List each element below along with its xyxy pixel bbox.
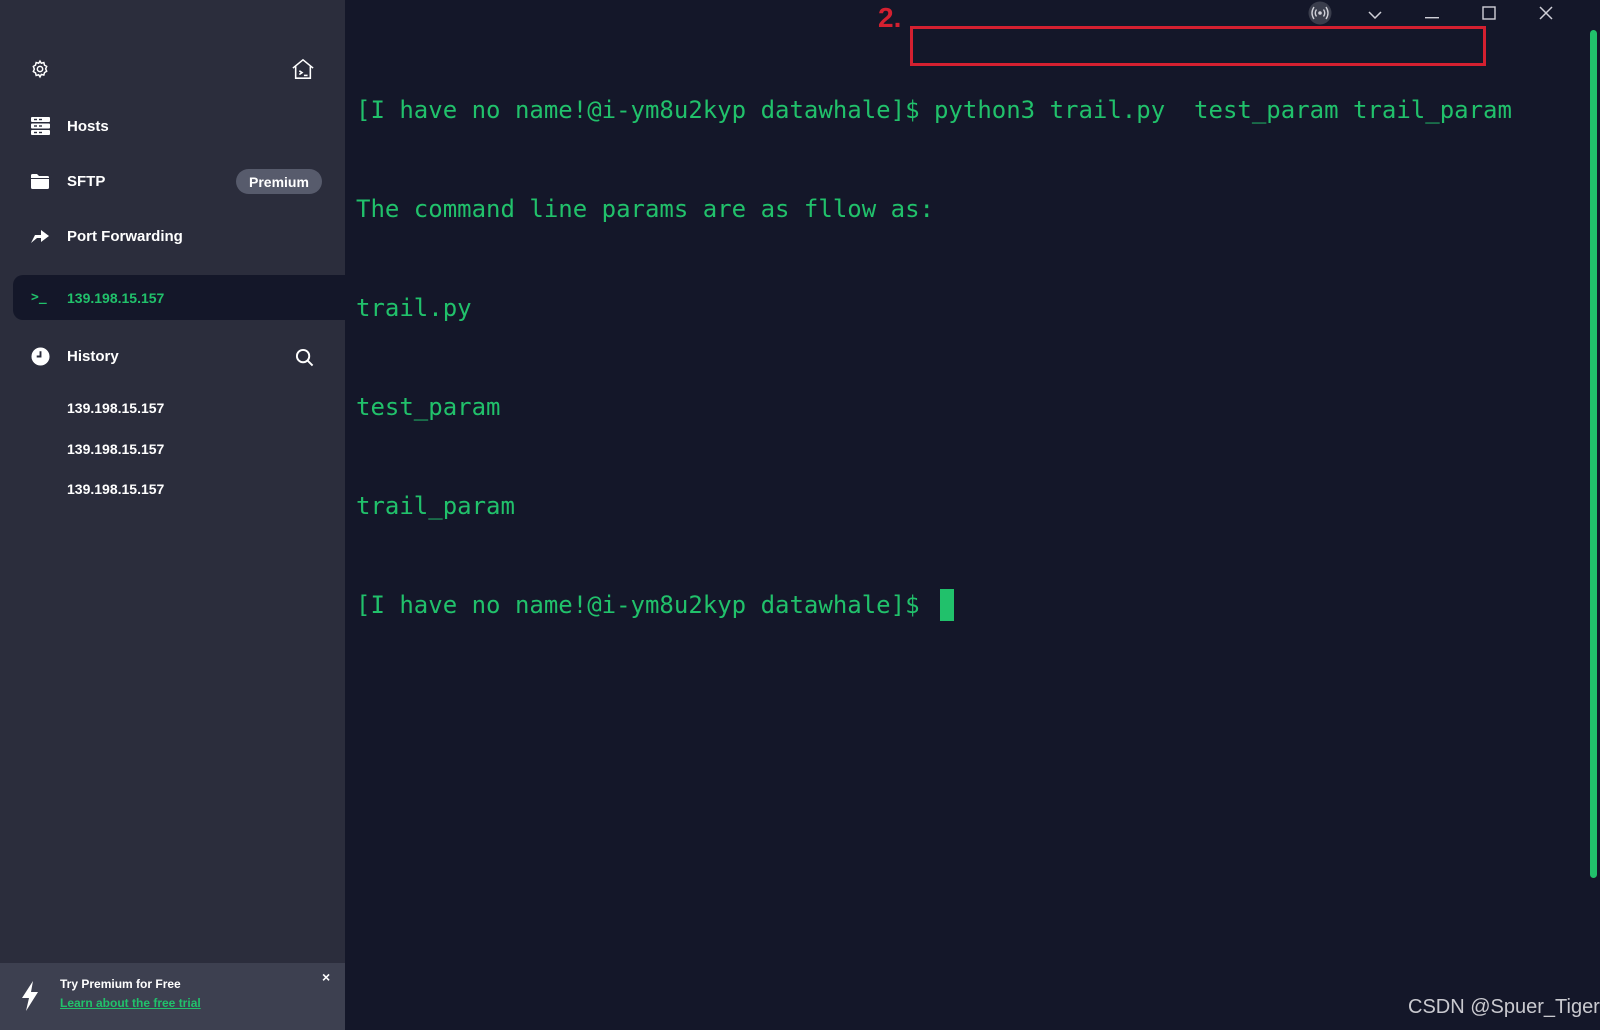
sidebar-item-label: Hosts xyxy=(67,117,109,135)
sidebar-item-hosts[interactable]: Hosts xyxy=(0,103,345,149)
history-item[interactable]: 139.198.15.157 xyxy=(67,481,164,497)
lightning-icon xyxy=(19,981,43,1013)
terminal-line: test_param xyxy=(356,393,501,421)
promo-title: Try Premium for Free xyxy=(60,977,181,991)
premium-promo-banner: Try Premium for Free Learn about the fre… xyxy=(0,963,345,1030)
minimize-icon xyxy=(1425,6,1439,24)
session-tab-label: 139.198.15.157 xyxy=(67,289,165,306)
home-terminal-icon xyxy=(291,58,315,85)
free-trial-link[interactable]: Learn about the free trial xyxy=(60,996,201,1010)
session-tab-active[interactable]: >_ 139.198.15.157 xyxy=(13,275,345,320)
folder-icon xyxy=(29,170,51,192)
history-item[interactable]: 139.198.15.157 xyxy=(67,400,164,416)
sidebar-item-sftp[interactable]: SFTP Premium xyxy=(0,158,345,204)
sidebar-item-history[interactable]: History xyxy=(0,333,345,379)
terminal-line: The command line params are as fllow as: xyxy=(356,195,934,223)
sidebar-item-port-forwarding[interactable]: Port Forwarding xyxy=(0,213,345,259)
annotation-highlight-box xyxy=(910,26,1486,66)
close-window-button[interactable] xyxy=(1526,0,1566,30)
gear-icon xyxy=(30,59,50,84)
sidebar-item-label: SFTP xyxy=(67,172,106,190)
terminal-line: [I have no name!@i-ym8u2kyp datawhale]$ … xyxy=(356,96,1512,124)
annotation-step-label: 2. xyxy=(878,2,902,33)
terminal-prompt: [I have no name!@i-ym8u2kyp datawhale]$ xyxy=(356,591,934,619)
search-icon[interactable] xyxy=(292,345,316,369)
history-item[interactable]: 139.198.15.157 xyxy=(67,441,164,457)
terminal-pane[interactable]: [I have no name!@i-ym8u2kyp datawhale]$ … xyxy=(345,0,1600,1030)
hosts-grid-icon xyxy=(29,115,51,137)
watermark: CSDN @Spuer_Tiger xyxy=(1408,996,1600,1018)
sidebar-top-icons xyxy=(0,0,345,100)
forward-arrow-icon xyxy=(29,225,51,247)
sidebar-item-label: Port Forwarding xyxy=(67,227,183,245)
terminal-prompt-line[interactable]: [I have no name!@i-ym8u2kyp datawhale]$ xyxy=(356,589,1512,622)
home-button[interactable] xyxy=(286,54,320,88)
terminal-line: trail.py xyxy=(356,294,472,322)
terminal-cursor xyxy=(939,589,954,621)
sidebar-item-label: History xyxy=(67,347,119,365)
maximize-icon xyxy=(1482,5,1496,25)
terminal-line: trail_param xyxy=(356,492,515,520)
terminal-prompt-icon: >_ xyxy=(31,290,47,305)
settings-button[interactable] xyxy=(23,54,57,88)
terminal-output: [I have no name!@i-ym8u2kyp datawhale]$ … xyxy=(356,28,1512,688)
close-icon[interactable]: × xyxy=(322,969,330,985)
terminal-scrollbar[interactable] xyxy=(1590,30,1597,878)
clock-icon xyxy=(29,345,51,367)
premium-badge[interactable]: Premium xyxy=(236,169,322,194)
chevron-down-icon xyxy=(1368,6,1382,24)
app-window: Hosts SFTP Premium Port Forwarding >_ 13… xyxy=(0,0,1600,1030)
close-icon xyxy=(1539,5,1553,25)
sidebar: Hosts SFTP Premium Port Forwarding >_ 13… xyxy=(0,0,345,1030)
